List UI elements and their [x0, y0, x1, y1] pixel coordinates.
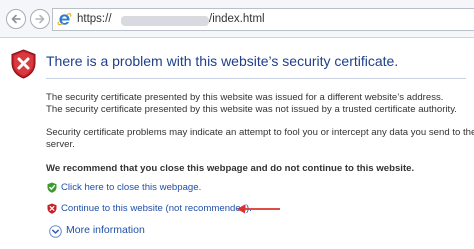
close-webpage-link[interactable]: Click here to close this webpage. — [61, 182, 201, 193]
error-detail-line: The security certificate presented by th… — [46, 92, 444, 103]
continue-to-website-link[interactable]: Continue to this website (not recommende… — [61, 203, 252, 214]
back-arrow-icon — [11, 14, 21, 24]
url-path: /index.html — [209, 13, 265, 25]
more-information-link[interactable]: More information — [66, 224, 145, 236]
red-shield-x-icon — [47, 203, 57, 214]
address-bar[interactable]: https:// /index.html — [52, 8, 474, 31]
error-detail-line: The security certificate presented by th… — [46, 104, 457, 115]
warning-text-line: server. — [46, 139, 75, 150]
page-title: There is a problem with this website’s s… — [46, 53, 399, 69]
forward-button[interactable] — [30, 9, 50, 29]
green-shield-check-icon — [47, 182, 57, 193]
url-prefix: https:// — [77, 13, 112, 25]
back-button[interactable] — [6, 9, 26, 29]
ie-logo-icon — [57, 13, 72, 26]
warning-text-line: Security certificate problems may indica… — [46, 127, 474, 138]
recommendation-text: We recommend that you close this webpage… — [46, 163, 415, 174]
browser-toolbar: https:// /index.html — [0, 0, 474, 38]
chevron-down-circle-icon[interactable] — [49, 225, 62, 238]
title-divider — [46, 78, 466, 79]
red-shield-x-icon — [11, 49, 36, 79]
forward-arrow-icon — [35, 14, 45, 24]
url-redacted-host — [121, 16, 209, 26]
red-arrow-icon — [237, 204, 280, 214]
